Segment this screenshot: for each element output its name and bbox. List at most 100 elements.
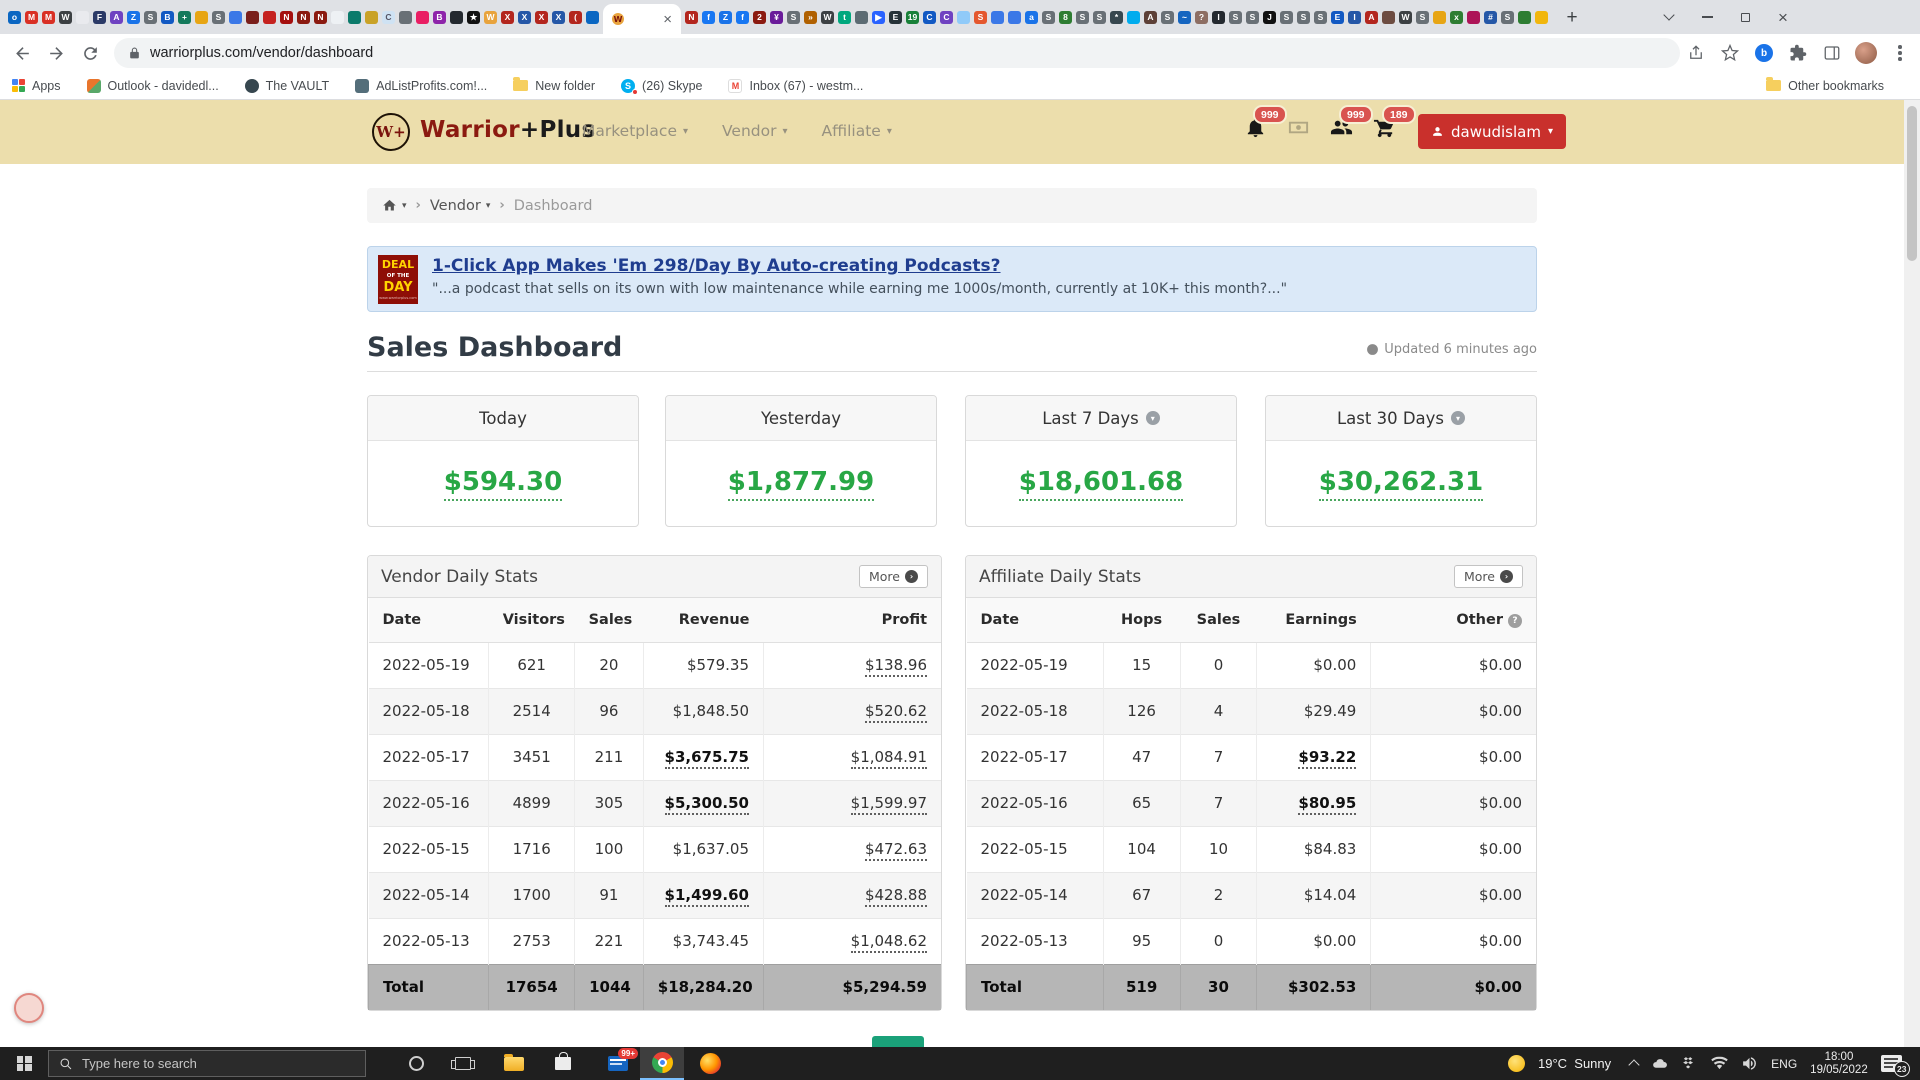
reload-button[interactable] [76, 39, 104, 67]
tab-close-icon[interactable]: × [663, 12, 672, 27]
browser-tab[interactable] [1006, 0, 1023, 34]
screen-recorder-bubble[interactable] [14, 993, 44, 1023]
deal-title-link[interactable]: 1-Click App Makes 'Em 298/Day By Auto-cr… [432, 256, 1001, 276]
language-indicator[interactable]: ENG [1771, 1057, 1797, 1071]
taskbar-store-icon[interactable] [541, 1047, 585, 1080]
browser-tab[interactable] [1465, 0, 1482, 34]
browser-tab[interactable]: W [57, 0, 74, 34]
puzzle-extensions-icon[interactable] [1782, 39, 1814, 67]
address-bar[interactable]: warriorplus.com/vendor/dashboard [114, 38, 1680, 68]
other-bookmarks[interactable]: Other bookmarks [1766, 79, 1884, 93]
scrollbar-thumb[interactable] [1907, 106, 1917, 261]
browser-tab[interactable]: ¥ [768, 0, 785, 34]
taskbar-search-input[interactable]: Type here to search [48, 1050, 366, 1077]
browser-tab[interactable]: I [1346, 0, 1363, 34]
browser-tab[interactable]: S [1295, 0, 1312, 34]
taskbar-mail-icon[interactable]: 99+ [596, 1047, 640, 1080]
onedrive-cloud-icon[interactable] [1651, 1055, 1668, 1072]
caret-circle-icon[interactable]: ▾ [1451, 411, 1465, 425]
value-link[interactable]: $472.63 [865, 840, 927, 861]
bookmark-item[interactable]: MInbox (67) - westm... [728, 79, 863, 93]
browser-tab[interactable]: W [819, 0, 836, 34]
browser-tab[interactable]: C [380, 0, 397, 34]
browser-tab[interactable]: B [159, 0, 176, 34]
stat-card-value[interactable]: $30,262.31 [1319, 467, 1483, 501]
breadcrumb-vendor[interactable]: Vendor ▾ [430, 198, 490, 214]
browser-tab[interactable]: S [1278, 0, 1295, 34]
browser-tab[interactable]: f [734, 0, 751, 34]
browser-tab[interactable]: X [550, 0, 567, 34]
browser-tab[interactable]: C [938, 0, 955, 34]
browser-tab[interactable]: t [836, 0, 853, 34]
taskbar-firefox-icon[interactable] [688, 1047, 732, 1080]
stat-card-value[interactable]: $594.30 [444, 467, 562, 501]
browser-tab[interactable]: A [108, 0, 125, 34]
browser-tab[interactable]: S [1244, 0, 1261, 34]
browser-tab[interactable]: ~ [1176, 0, 1193, 34]
value-link[interactable]: $428.88 [865, 886, 927, 907]
browser-tab[interactable]: S [1074, 0, 1091, 34]
browser-tab[interactable]: X [499, 0, 516, 34]
browser-tab[interactable]: S [1159, 0, 1176, 34]
browser-tab[interactable]: N [295, 0, 312, 34]
extension-icon[interactable]: b [1748, 39, 1780, 67]
vendor-more-button[interactable]: More › [859, 565, 928, 588]
browser-tab[interactable] [1533, 0, 1550, 34]
side-panel-icon[interactable] [1816, 39, 1848, 67]
stat-card-value[interactable]: $18,601.68 [1019, 467, 1183, 501]
browser-tab[interactable]: ( [567, 0, 584, 34]
taskbar-task-view-icon[interactable] [441, 1047, 485, 1080]
browser-tab[interactable]: N [278, 0, 295, 34]
browser-tab[interactable]: I [1210, 0, 1227, 34]
browser-tab[interactable] [853, 0, 870, 34]
browser-tab[interactable]: X [516, 0, 533, 34]
bookmark-star-icon[interactable] [1714, 39, 1746, 67]
affiliate-more-button[interactable]: More › [1454, 565, 1523, 588]
new-tab-button[interactable]: + [1560, 6, 1584, 30]
browser-tab[interactable] [584, 0, 601, 34]
browser-tab[interactable]: ? [1193, 0, 1210, 34]
browser-tab[interactable] [363, 0, 380, 34]
bookmark-item[interactable]: New folder [513, 79, 595, 93]
breadcrumb-home[interactable]: ▾ [382, 198, 407, 213]
browser-tab[interactable]: o [6, 0, 23, 34]
stat-card-value[interactable]: $1,877.99 [728, 467, 874, 501]
browser-tab[interactable] [448, 0, 465, 34]
browser-tab[interactable]: 8 [1057, 0, 1074, 34]
browser-tab[interactable]: A [1363, 0, 1380, 34]
browser-tab[interactable]: C [921, 0, 938, 34]
window-minimize-button[interactable] [1688, 0, 1726, 34]
browser-tab[interactable]: F [91, 0, 108, 34]
help-icon[interactable]: ? [1508, 614, 1522, 628]
browser-tab[interactable]: S [142, 0, 159, 34]
tab-search-icon[interactable] [1650, 0, 1688, 34]
browser-tab[interactable] [329, 0, 346, 34]
browser-tab[interactable]: W [482, 0, 499, 34]
weather-sun-icon[interactable] [1508, 1055, 1525, 1072]
browser-tab[interactable] [1380, 0, 1397, 34]
browser-tab[interactable] [227, 0, 244, 34]
window-restore-button[interactable] [1726, 0, 1764, 34]
value-link[interactable]: $1,048.62 [851, 932, 927, 953]
profile-avatar[interactable] [1850, 39, 1882, 67]
value-link[interactable]: $93.22 [1298, 748, 1356, 769]
active-tab[interactable]: W × [603, 4, 681, 34]
browser-tab[interactable]: a [1023, 0, 1040, 34]
browser-tab[interactable]: 2 [751, 0, 768, 34]
browser-tab[interactable] [193, 0, 210, 34]
browser-tab[interactable]: f [700, 0, 717, 34]
browser-tab[interactable]: * [1108, 0, 1125, 34]
browser-tab[interactable]: + [176, 0, 193, 34]
browser-tab[interactable] [261, 0, 278, 34]
value-link[interactable]: $1,084.91 [851, 748, 927, 769]
apps-shortcut[interactable]: Apps [12, 79, 61, 93]
browser-tab[interactable] [1125, 0, 1142, 34]
bookmark-item[interactable]: S(26) Skype [621, 79, 702, 93]
browser-tab[interactable]: # [1482, 0, 1499, 34]
caret-circle-icon[interactable]: ▾ [1146, 411, 1160, 425]
taskbar-chrome-icon[interactable] [640, 1047, 684, 1080]
deal-of-the-day-badge[interactable]: DEAL OF THE DAY www.warriorplus.com [378, 255, 418, 304]
browser-tab[interactable]: Z [125, 0, 142, 34]
browser-tab[interactable]: W [1397, 0, 1414, 34]
browser-tab[interactable]: ★ [465, 0, 482, 34]
